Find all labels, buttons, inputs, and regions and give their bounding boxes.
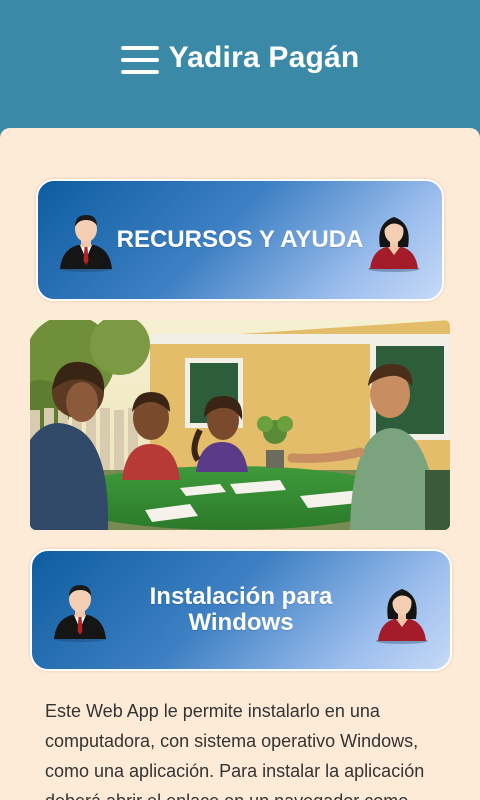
woman-avatar-icon (376, 589, 428, 644)
resources-help-label: RECURSOS Y AYUDA (116, 225, 364, 253)
app-header: Yadira Pagán (0, 0, 480, 124)
menu-icon[interactable] (120, 46, 159, 76)
resources-help-button[interactable]: RECURSOS Y AYUDA (36, 179, 444, 301)
main-content: RECURSOS Y AYUDA Instalación para Window… (0, 128, 480, 800)
app-title: Yadira Pagán (168, 41, 360, 74)
windows-install-button[interactable]: Instalación para Windows (30, 549, 452, 671)
windows-install-label: Instalación para Windows (149, 582, 333, 636)
man-avatar-icon (60, 215, 112, 272)
header-title-group: Yadira Pagán (0, 40, 480, 76)
woman-avatar-icon (368, 217, 420, 272)
description-text: Este Web App le permite instalarlo en un… (45, 701, 425, 800)
man-avatar-icon (54, 585, 106, 642)
family-study-scene-image (30, 320, 450, 530)
